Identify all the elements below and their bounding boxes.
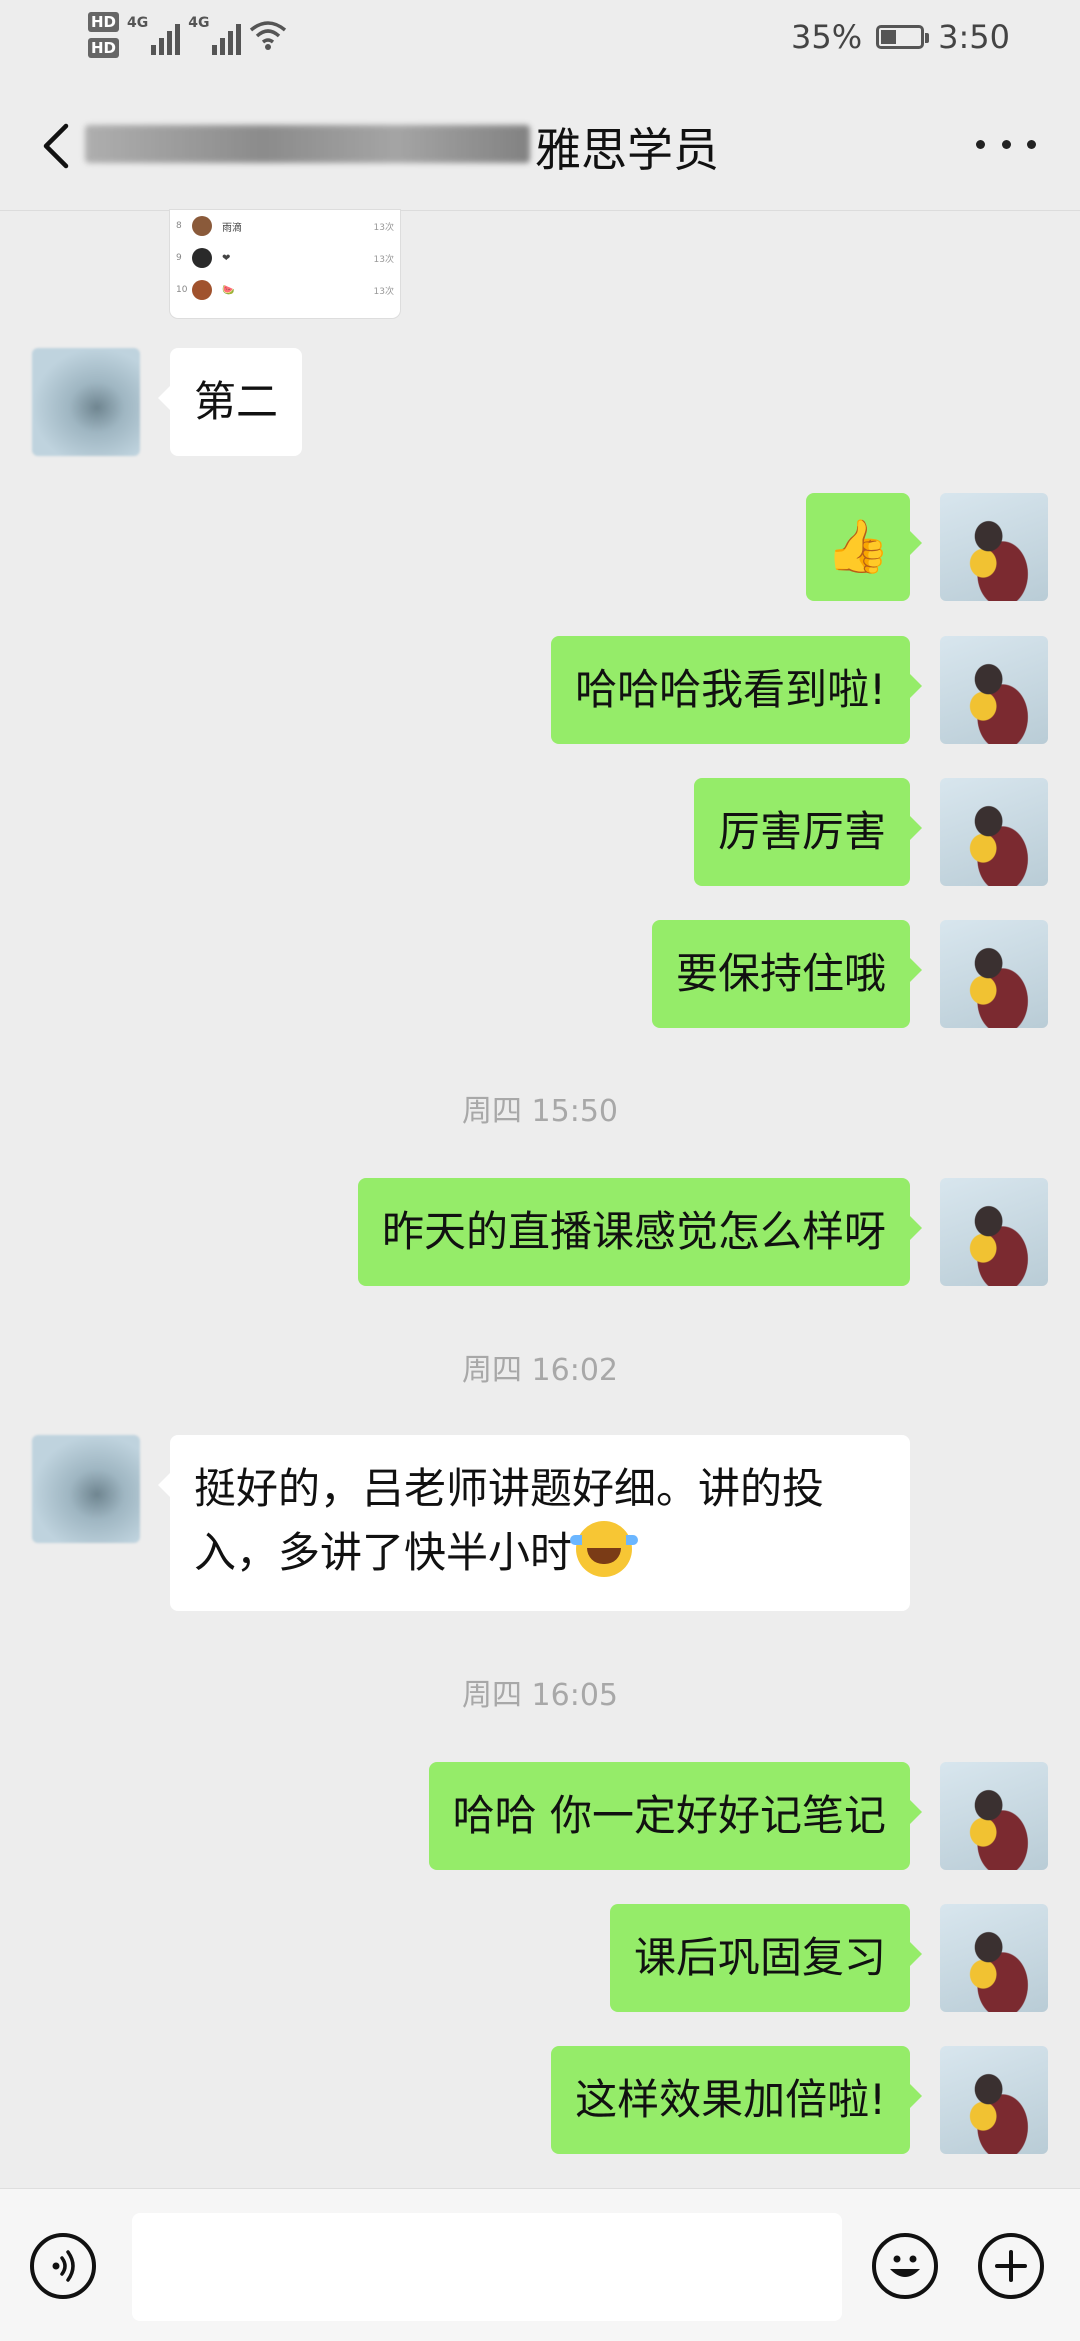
message-bubble[interactable]: 哈哈 你一定好好记笔记 <box>428 1762 923 1870</box>
row-count: 13次 <box>373 286 394 297</box>
plus-icon[interactable] <box>978 2233 1044 2299</box>
network2-label: 4G <box>188 15 210 31</box>
my-avatar[interactable] <box>940 1904 1048 2012</box>
battery-icon <box>876 25 930 49</box>
message-bubble[interactable]: 要保持住哦 <box>651 920 923 1028</box>
message-row: 第二 <box>32 348 303 456</box>
friend-avatar[interactable] <box>32 1435 140 1543</box>
voice-icon[interactable] <box>30 2233 96 2299</box>
my-avatar[interactable] <box>940 920 1048 1028</box>
timestamp: 周四 15:50 <box>462 1094 618 1129</box>
message-bubble[interactable]: 哈哈哈我看到啦! <box>551 636 922 744</box>
chat-title: 雅思学员 <box>535 123 719 177</box>
image-message[interactable]: 8 雨滴 13次 9 ❤ 13次 10 🍉 13次 <box>170 210 400 318</box>
status-right: 35% 3:50 <box>791 18 1010 56</box>
wifi-icon <box>250 21 287 50</box>
hd1-badge: HD <box>88 12 120 32</box>
status-bar: HD HD 4G 4G 35% 3:50 <box>0 0 1080 80</box>
chat-header: 雅思学员 <box>0 80 1080 211</box>
my-avatar[interactable] <box>940 493 1048 601</box>
message-bubble[interactable]: 课后巩固复习 <box>609 1904 923 2012</box>
image-row: 10 🍉 13次 <box>170 274 400 306</box>
redacted-title-part <box>85 125 530 163</box>
my-avatar[interactable] <box>940 2046 1048 2154</box>
row-num: 9 <box>176 253 182 263</box>
row-name: ❤ <box>222 252 231 264</box>
avatar <box>192 248 212 268</box>
row-count: 13次 <box>373 222 394 233</box>
input-bar <box>0 2188 1080 2341</box>
image-row: 8 雨滴 13次 <box>170 210 400 242</box>
signal1-icon: 4G <box>127 15 181 55</box>
message-row: 课后巩固复习 <box>609 1904 1048 2012</box>
message-row: 昨天的直播课感觉怎么样呀 <box>357 1178 1048 1286</box>
row-name: 雨滴 <box>222 222 242 234</box>
network1-label: 4G <box>127 15 149 31</box>
row-name: 🍉 <box>222 284 235 296</box>
message-bubble[interactable]: 这样效果加倍啦! <box>551 2046 922 2154</box>
avatar <box>192 216 212 236</box>
timestamp: 周四 16:02 <box>462 1353 618 1388</box>
my-avatar[interactable] <box>940 636 1048 744</box>
my-avatar[interactable] <box>940 1762 1048 1870</box>
message-row: 哈哈 你一定好好记笔记 <box>428 1762 1048 1870</box>
message-row: 这样效果加倍啦! <box>551 2046 1048 2154</box>
avatar <box>192 280 212 300</box>
message-row: 挺好的，吕老师讲题好细。讲的投入，多讲了快半小时 <box>32 1435 910 1611</box>
message-bubble[interactable]: 👍 <box>806 493 922 601</box>
row-num: 10 <box>176 285 188 295</box>
row-num: 8 <box>176 221 182 231</box>
message-row: 哈哈哈我看到啦! <box>551 636 1048 744</box>
battery-percent: 35% <box>791 18 863 56</box>
my-avatar[interactable] <box>940 1178 1048 1286</box>
emoji-icon[interactable] <box>872 2233 938 2299</box>
message-text: 挺好的，吕老师讲题好细。讲的投入，多讲了快半小时 <box>194 1464 825 1577</box>
row-count: 13次 <box>373 254 394 265</box>
thumbs-up-icon: 👍 <box>825 517 891 577</box>
message-row: 厉害厉害 <box>693 778 1048 886</box>
message-bubble[interactable]: 昨天的直播课感觉怎么样呀 <box>357 1178 923 1286</box>
message-input[interactable] <box>132 2213 842 2321</box>
timestamp: 周四 16:05 <box>462 1678 618 1713</box>
image-row: 9 ❤ 13次 <box>170 242 400 274</box>
my-avatar[interactable] <box>940 778 1048 886</box>
back-arrow-icon[interactable] <box>36 122 80 170</box>
laughing-emoji-icon <box>570 1521 639 1577</box>
hd2-badge: HD <box>88 38 120 58</box>
status-left: HD HD 4G 4G <box>88 12 287 58</box>
message-row: 👍 <box>806 493 1048 601</box>
message-bubble[interactable]: 厉害厉害 <box>693 778 923 886</box>
message-bubble[interactable]: 挺好的，吕老师讲题好细。讲的投入，多讲了快半小时 <box>158 1435 910 1611</box>
signal2-icon: 4G <box>188 15 242 55</box>
more-icon[interactable] <box>976 132 1036 156</box>
message-bubble[interactable]: 第二 <box>157 348 303 456</box>
clock: 3:50 <box>938 18 1010 56</box>
message-row: 要保持住哦 <box>651 920 1048 1028</box>
friend-avatar[interactable] <box>32 348 140 456</box>
